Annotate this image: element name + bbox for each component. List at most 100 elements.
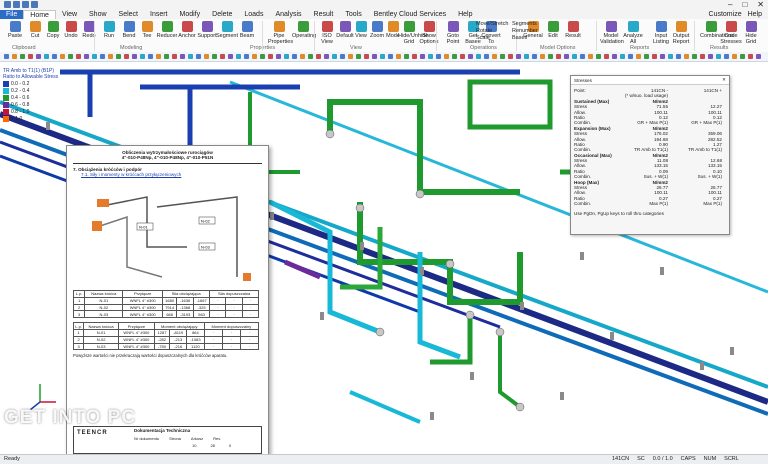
toolbar-icon[interactable] <box>684 54 689 59</box>
toolbar-icon[interactable] <box>604 54 609 59</box>
ribbon-small-button[interactable]: Scale <box>476 35 490 41</box>
toolbar-icon[interactable] <box>76 54 81 59</box>
toolbar-icon[interactable] <box>716 54 721 59</box>
toolbar-icon[interactable] <box>364 54 369 59</box>
ribbon-button-edit[interactable]: Edit <box>542 21 564 39</box>
toolbar-icon[interactable] <box>180 54 185 59</box>
toolbar-icon[interactable] <box>284 54 289 59</box>
toolbar-icon[interactable] <box>260 54 265 59</box>
toolbar-icon[interactable] <box>84 54 89 59</box>
toolbar-icon[interactable] <box>268 54 273 59</box>
toolbar-icon[interactable] <box>12 54 17 59</box>
toolbar-icon[interactable] <box>516 54 521 59</box>
toolbar-icon[interactable] <box>356 54 361 59</box>
ribbon-button-reducer[interactable]: Reducer <box>156 21 178 39</box>
toolbar-icon[interactable] <box>740 54 745 59</box>
toolbar-icon[interactable] <box>660 54 665 59</box>
toolbar-icon[interactable] <box>708 54 713 59</box>
toolbar-icon[interactable] <box>52 54 57 59</box>
toolbar-icon[interactable] <box>540 54 545 59</box>
toolbar-icon[interactable] <box>116 54 121 59</box>
help-link[interactable]: Help <box>748 11 762 18</box>
toolbar-icon[interactable] <box>124 54 129 59</box>
toolbar-icon[interactable] <box>588 54 593 59</box>
toolbar-icon[interactable] <box>396 54 401 59</box>
tab-help[interactable]: Help <box>452 10 478 19</box>
toolbar-icon[interactable] <box>316 54 321 59</box>
toolbar-icon[interactable] <box>212 54 217 59</box>
toolbar-icon[interactable] <box>564 54 569 59</box>
toolbar-icon[interactable] <box>580 54 585 59</box>
toolbar-icon[interactable] <box>644 54 649 59</box>
tab-home[interactable]: Home <box>23 9 56 20</box>
quick-access-toolbar[interactable] <box>4 1 38 8</box>
toolbar-icon[interactable] <box>20 54 25 59</box>
toolbar-icon[interactable] <box>340 54 345 59</box>
tab-insert[interactable]: Insert <box>144 10 174 19</box>
toolbar-icon[interactable] <box>308 54 313 59</box>
toolbar-icon[interactable] <box>596 54 601 59</box>
ribbon-button-beam[interactable]: Beam <box>236 21 258 39</box>
toolbar-icon[interactable] <box>68 54 73 59</box>
toolbar-icon[interactable] <box>548 54 553 59</box>
toolbar-icon[interactable] <box>188 54 193 59</box>
tab-analysis[interactable]: Analysis <box>269 10 307 19</box>
ribbon-button-output-report[interactable]: Output Report <box>670 21 692 45</box>
ribbon-button-run[interactable]: Run <box>98 21 120 39</box>
toolbar-icon[interactable] <box>132 54 137 59</box>
toolbar-icon[interactable] <box>372 54 377 59</box>
ribbon-button-input-listing[interactable]: Input Listing <box>650 21 672 45</box>
toolbar-icon[interactable] <box>300 54 305 59</box>
toolbar-icon[interactable] <box>612 54 617 59</box>
tab-result[interactable]: Result <box>308 10 340 19</box>
toolbar-icon[interactable] <box>636 54 641 59</box>
ribbon-small-button[interactable]: Renumber <box>512 28 538 34</box>
maximize-button[interactable]: □ <box>742 0 747 9</box>
toolbar-icon[interactable] <box>92 54 97 59</box>
toolbar-icon[interactable] <box>220 54 225 59</box>
toolbar-icon[interactable] <box>484 54 489 59</box>
toolbar-icon[interactable] <box>692 54 697 59</box>
toolbar-icon[interactable] <box>500 54 505 59</box>
toolbar-icon[interactable] <box>676 54 681 59</box>
toolbar-icon[interactable] <box>412 54 417 59</box>
toolbar-icon[interactable] <box>108 54 113 59</box>
ribbon-button-anchor[interactable]: Anchor <box>176 21 198 39</box>
toolbar-icon[interactable] <box>492 54 497 59</box>
toolbar-icon[interactable] <box>460 54 465 59</box>
toolbar-icon[interactable] <box>452 54 457 59</box>
ribbon-button-paste[interactable]: Paste <box>4 21 26 39</box>
toolbar-icon[interactable] <box>508 54 513 59</box>
toolbar-icon[interactable] <box>380 54 385 59</box>
toolbar-icon[interactable] <box>700 54 705 59</box>
toolbar-icon[interactable] <box>556 54 561 59</box>
toolbar-icon[interactable] <box>292 54 297 59</box>
toolbar-icon[interactable] <box>724 54 729 59</box>
toolbar-icon[interactable] <box>156 54 161 59</box>
toolbar-icon[interactable] <box>652 54 657 59</box>
toolbar-icon[interactable] <box>36 54 41 59</box>
ribbon-button-analyze-all[interactable]: Analyze All <box>622 21 644 45</box>
toolbar-icon[interactable] <box>252 54 257 59</box>
ribbon-button-segment[interactable]: Segment <box>216 21 238 39</box>
tab-show[interactable]: Show <box>83 10 113 19</box>
toolbar-icon[interactable] <box>436 54 441 59</box>
customize-link[interactable]: Customize <box>709 11 742 18</box>
toolbar-icon[interactable] <box>44 54 49 59</box>
ribbon-button-operating[interactable]: Operating <box>292 21 316 39</box>
toolbar-icon[interactable] <box>628 54 633 59</box>
toolbar-icon[interactable] <box>532 54 537 59</box>
toolbar-icon[interactable] <box>244 54 249 59</box>
ribbon-button-pipe-properties[interactable]: Pipe Properties <box>268 21 293 45</box>
ribbon-small-button[interactable]: Bases <box>512 35 527 41</box>
ribbon-small-button[interactable]: Segments <box>512 21 537 27</box>
toolbar-icon[interactable] <box>668 54 673 59</box>
ribbon-button-code-stresses[interactable]: Code Stresses <box>720 21 742 45</box>
toolbar-icon[interactable] <box>196 54 201 59</box>
ribbon-small-button[interactable]: Move/Stretch <box>476 21 508 27</box>
toolbar-icon[interactable] <box>732 54 737 59</box>
toolbar-icon[interactable] <box>468 54 473 59</box>
toolbar-icon[interactable] <box>748 54 753 59</box>
toolbar-icon[interactable] <box>228 54 233 59</box>
toolbar-icon[interactable] <box>100 54 105 59</box>
